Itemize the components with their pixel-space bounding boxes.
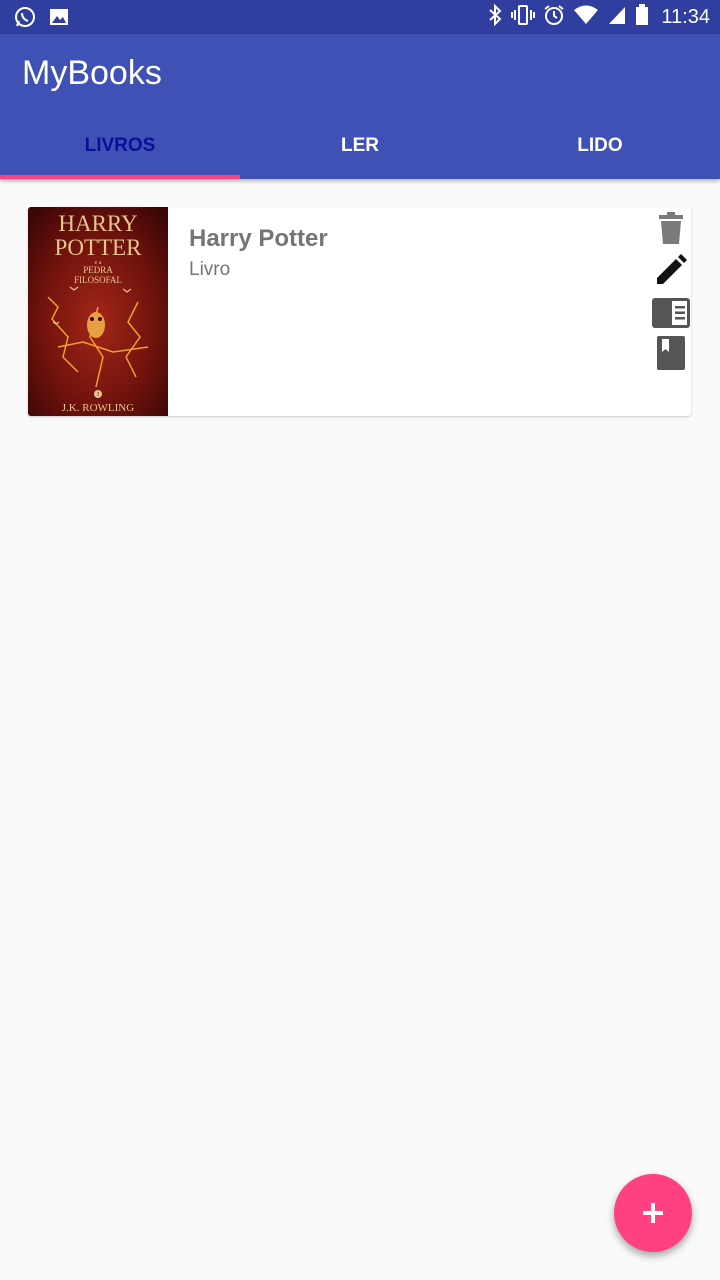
svg-text:PEDRA: PEDRA [83,265,113,275]
app-bar: MyBooks LIVROS LER LIDO [0,34,720,179]
svg-text:POTTER: POTTER [55,235,143,260]
read-icon[interactable] [651,334,691,372]
svg-text:HARRY: HARRY [58,211,138,236]
whatsapp-icon [14,6,36,32]
tab-lido[interactable]: LIDO [480,112,720,179]
vibrate-icon [511,4,536,30]
tab-ler[interactable]: LER [240,112,480,179]
alarm-icon [543,4,565,30]
tab-livros[interactable]: LIVROS [0,112,240,179]
bluetooth-icon [487,3,503,30]
reading-icon[interactable] [651,294,691,332]
tab-label: LER [341,134,379,156]
wifi-icon [573,4,599,30]
tab-label: LIVROS [84,134,156,156]
clock-time: 11:34 [661,5,710,28]
tab-indicator [0,175,240,179]
book-type: Livro [189,259,231,280]
image-icon [48,6,70,32]
battery-icon [635,4,649,30]
status-bar: 11:34 [0,0,720,34]
edit-icon[interactable] [651,251,691,289]
book-title: Harry Potter [189,225,328,252]
tab-bar: LIVROS LER LIDO [0,112,720,179]
book-cover-image: HARRY POTTER e a PEDRA FILOSOFAL 1 J.K. … [28,207,168,416]
add-book-button[interactable] [614,1174,692,1252]
svg-text:FILOSOFAL: FILOSOFAL [74,275,122,285]
signal-icon [607,4,627,30]
book-card[interactable]: HARRY POTTER e a PEDRA FILOSOFAL 1 J.K. … [28,207,691,416]
delete-icon[interactable] [651,209,691,247]
svg-text:J.K. ROWLING: J.K. ROWLING [62,402,134,414]
svg-text:1: 1 [97,392,100,398]
app-title: MyBooks [22,54,162,92]
tab-label: LIDO [577,134,623,156]
add-icon [643,1203,663,1223]
